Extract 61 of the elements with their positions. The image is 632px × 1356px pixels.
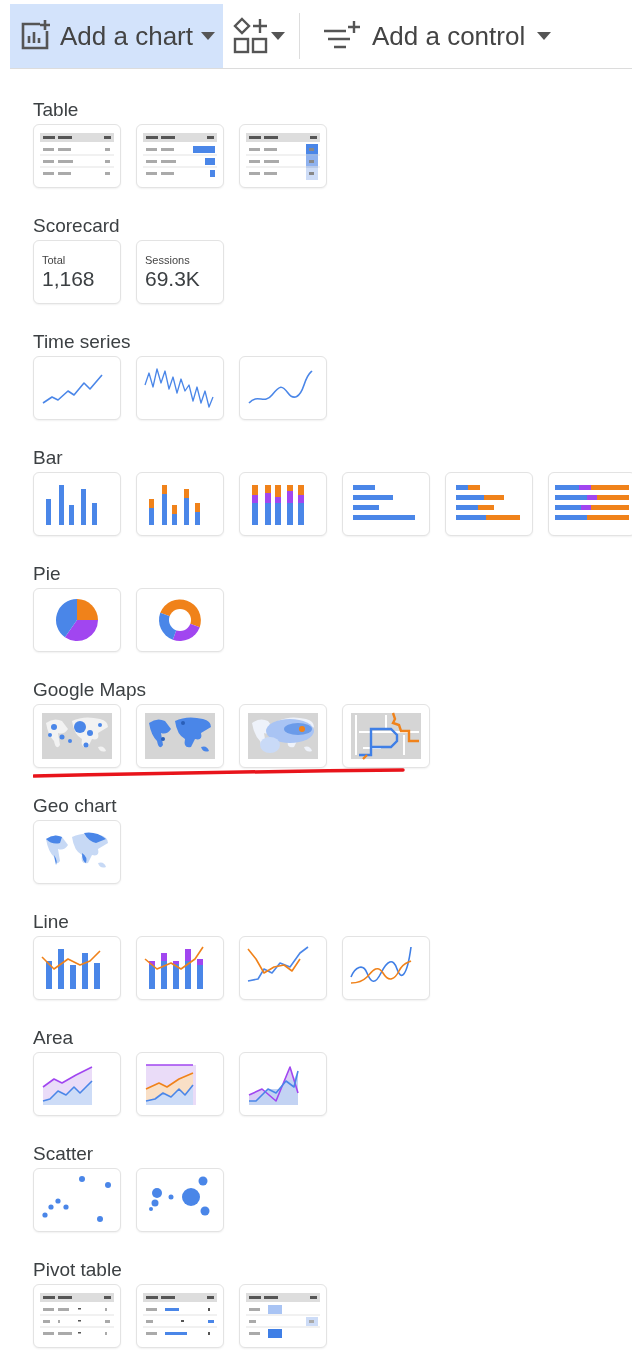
chart-type-tile[interactable]: [239, 936, 327, 1000]
caret-icon: [271, 32, 285, 40]
chart-type-tile[interactable]: [239, 1284, 327, 1348]
section-title: Bar: [33, 447, 64, 469]
chart-type-tile[interactable]: [342, 936, 430, 1000]
chart-type-tile[interactable]: Sessions 69.3K: [136, 240, 224, 304]
scorecard-label: Total: [42, 253, 66, 267]
table-icon: [246, 131, 320, 181]
section-title: Line: [33, 911, 70, 933]
chart-type-tile[interactable]: [33, 1168, 121, 1232]
chart-type-tile[interactable]: [33, 356, 121, 420]
add-chart-button[interactable]: Add a chart: [10, 4, 223, 68]
chart-type-tile[interactable]: Total 1,168: [33, 240, 121, 304]
chart-type-tile[interactable]: [33, 1284, 121, 1348]
chart-type-tile[interactable]: [33, 588, 121, 652]
shapes-add-icon: [233, 17, 269, 55]
chart-type-tile[interactable]: [342, 704, 430, 768]
map-icon: [349, 711, 423, 761]
scorecard-value: 1,168: [42, 266, 95, 291]
section-title: Scorecard: [33, 215, 121, 237]
chart-type-tile[interactable]: [136, 588, 224, 652]
chart-type-tile[interactable]: [239, 704, 327, 768]
chart-type-tile[interactable]: [136, 1284, 224, 1348]
chart-type-tile[interactable]: [136, 124, 224, 188]
chart-type-tile[interactable]: [136, 936, 224, 1000]
section-title: Table: [33, 99, 80, 121]
chart-type-tile[interactable]: [33, 936, 121, 1000]
map-icon: [246, 711, 320, 761]
map-icon: [40, 711, 114, 761]
chart-type-tile[interactable]: [33, 1052, 121, 1116]
chart-type-tile[interactable]: [342, 472, 430, 536]
chart-type-tile[interactable]: [136, 356, 224, 420]
chart-type-tile[interactable]: [239, 1052, 327, 1116]
section-title: Geo chart: [33, 795, 118, 817]
section-title: Pivot table: [33, 1259, 123, 1281]
chart-type-tile[interactable]: [239, 356, 327, 420]
chart-type-tile[interactable]: [136, 1168, 224, 1232]
chart-type-tile[interactable]: [33, 820, 121, 884]
add-control-button[interactable]: Add a control: [300, 4, 560, 68]
chart-type-tile[interactable]: [445, 472, 533, 536]
chart-type-tile[interactable]: [33, 472, 121, 536]
chart-type-tile[interactable]: [33, 704, 121, 768]
caret-icon: [537, 32, 552, 40]
section-title: Area: [33, 1027, 75, 1049]
scorecard-label: Sessions: [145, 253, 190, 267]
section-title: Pie: [33, 563, 62, 585]
chart-type-tile[interactable]: [136, 472, 224, 536]
section-title: Time series: [33, 331, 132, 353]
map-icon: [143, 711, 217, 761]
chart-type-tile[interactable]: [33, 124, 121, 188]
section-title: Scatter: [33, 1143, 95, 1165]
scorecard-value: 69.3K: [145, 266, 200, 291]
chart-type-tile[interactable]: [548, 472, 632, 536]
scatter-chart-icon: [40, 1175, 114, 1225]
pivot-table-icon: [246, 1291, 320, 1341]
section-title: Google Maps: [33, 679, 147, 701]
caret-icon: [201, 32, 215, 40]
chart-type-tile[interactable]: [136, 704, 224, 768]
chart-type-tile[interactable]: [136, 1052, 224, 1116]
chart-type-tile[interactable]: [239, 472, 327, 536]
chart-type-tile[interactable]: [239, 124, 327, 188]
